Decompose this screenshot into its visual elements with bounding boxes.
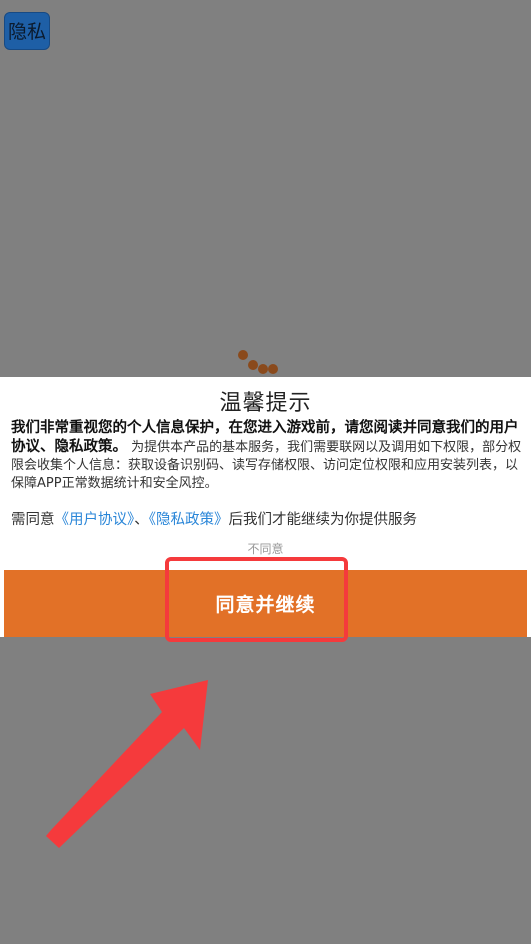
user-agreement-link[interactable]: 《用户协议》	[55, 512, 135, 528]
annotation-highlight-box	[165, 557, 348, 642]
loader-dot	[258, 364, 268, 374]
loader-dot	[268, 364, 278, 374]
consent-prefix: 需同意	[11, 512, 55, 528]
loader-dot	[238, 350, 248, 360]
annotation-arrow-shape	[46, 680, 208, 848]
dialog-title: 温馨提示	[219, 391, 312, 416]
consent-suffix: 后我们才能继续为你提供服务	[228, 512, 418, 528]
privacy-policy-link[interactable]: 《隐私政策》	[149, 512, 229, 528]
privacy-button[interactable]: 隐私	[4, 12, 50, 50]
consent-separator: 、	[134, 512, 149, 528]
disagree-button[interactable]: 不同意	[0, 540, 531, 557]
loader-dot	[248, 360, 258, 370]
consent-line: 需同意《用户协议》、《隐私政策》后我们才能继续为你提供服务	[11, 508, 522, 529]
dialog-body: 我们非常重视您的个人信息保护，在您进入游戏前，请您阅读并同意我们的用户协议、隐私…	[11, 419, 522, 493]
loading-indicator	[236, 348, 280, 378]
